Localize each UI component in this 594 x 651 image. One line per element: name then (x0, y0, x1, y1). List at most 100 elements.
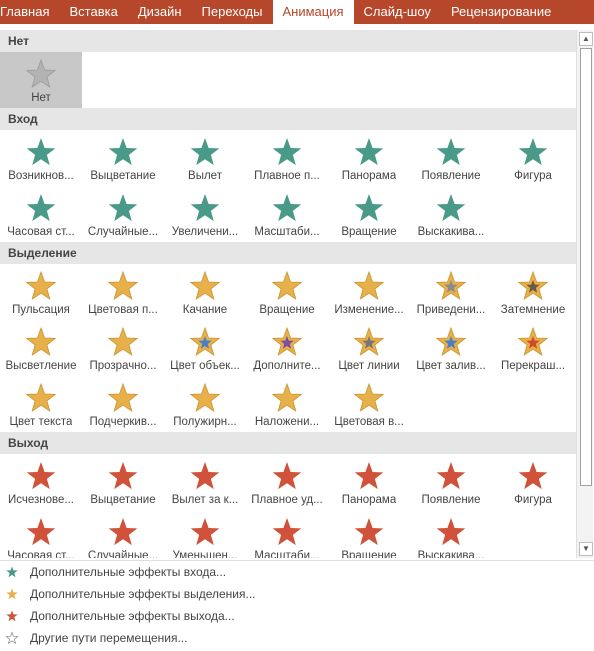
tab-1[interactable]: Вставка (59, 0, 127, 24)
menu-item-1[interactable]: Дополнительные эффекты выделения... (0, 583, 594, 605)
exit-effect-item[interactable]: Исчезнове... (0, 454, 82, 510)
exit-effect-label: Часовая ст... (7, 550, 75, 558)
tab-3[interactable]: Переходы (192, 0, 273, 24)
entrance-effect-label: Вылет (188, 170, 222, 182)
exit-star-icon (21, 458, 61, 494)
exit-effect-item[interactable]: Масштаби... (246, 510, 328, 558)
entrance-effect-item[interactable]: Вращение (328, 186, 410, 242)
emphasis-effect-item[interactable]: Затемнение (492, 264, 574, 320)
entrance-effect-item[interactable]: Масштаби... (246, 186, 328, 242)
entrance-star-icon (21, 190, 61, 226)
emphasis-star-icon (267, 268, 307, 304)
exit-star-icon (431, 514, 471, 550)
entrance-effect-label: Плавное п... (254, 170, 320, 182)
scroll-down-button[interactable]: ▼ (579, 542, 593, 556)
tab-4[interactable]: Анимация (272, 0, 354, 24)
entrance-effect-item[interactable]: Случайные... (82, 186, 164, 242)
exit-effect-item[interactable]: Плавное уд... (246, 454, 328, 510)
entrance-effect-item[interactable]: Фигура (492, 130, 574, 186)
tab-0[interactable]: Главная (0, 0, 59, 24)
menu-item-0[interactable]: Дополнительные эффекты входа... (0, 561, 594, 583)
exit-effect-item[interactable]: Часовая ст... (0, 510, 82, 558)
effects-row-none: Нет (0, 52, 576, 108)
entrance-star-icon (267, 190, 307, 226)
emphasis-effect-item[interactable]: Цвет линии (328, 320, 410, 376)
emphasis-star-icon (21, 268, 61, 304)
emphasis-effect-item[interactable]: Высветление (0, 320, 82, 376)
exit-effect-item[interactable]: Выцветание (82, 454, 164, 510)
emphasis-effect-label: Высветление (5, 360, 77, 372)
emphasis-effect-item[interactable]: Дополните... (246, 320, 328, 376)
emphasis-effect-item[interactable]: Качание (164, 264, 246, 320)
emphasis-effect-label: Прозрачно... (89, 360, 157, 372)
entrance-star-icon (349, 190, 389, 226)
exit-effect-item[interactable]: Выскакива... (410, 510, 492, 558)
emphasis-effect-label: Наложени... (254, 416, 320, 428)
entrance-effect-item[interactable]: Плавное п... (246, 130, 328, 186)
exit-effect-label: Фигура (514, 494, 552, 506)
entrance-effect-label: Масштаби... (254, 226, 320, 238)
emphasis-effect-item[interactable]: Приведени... (410, 264, 492, 320)
entrance-effect-item[interactable]: Выскакива... (410, 186, 492, 242)
emphasis-effect-item[interactable]: Полужирн... (164, 376, 246, 432)
emphasis-effect-item[interactable]: Цветовая п... (82, 264, 164, 320)
emphasis-effect-item[interactable]: Пульсация (0, 264, 82, 320)
emphasis-effect-item[interactable]: Прозрачно... (82, 320, 164, 376)
entrance-effect-item[interactable]: Вылет (164, 130, 246, 186)
exit-effect-label: Вылет за к... (171, 494, 239, 506)
exit-effect-item[interactable]: Вылет за к... (164, 454, 246, 510)
exit-effect-label: Плавное уд... (251, 494, 323, 506)
emphasis-effect-item[interactable]: Изменение... (328, 264, 410, 320)
gallery-scrollbar[interactable]: ▲ ▼ (576, 30, 593, 558)
exit-effect-label: Случайные... (87, 550, 159, 558)
entrance-effect-label: Увеличени... (171, 226, 239, 238)
menu-item-label: Дополнительные эффекты выделения... (30, 587, 256, 601)
scroll-up-button[interactable]: ▲ (579, 32, 593, 46)
emphasis-effect-label: Цвет объек... (170, 360, 240, 372)
emphasis-effect-item[interactable]: Подчеркив... (82, 376, 164, 432)
tab-5[interactable]: Слайд-шоу (354, 0, 441, 24)
exit-effect-item[interactable]: Случайные... (82, 510, 164, 558)
menu-item-2[interactable]: Дополнительные эффекты выхода... (0, 605, 594, 627)
entrance-star-icon (103, 190, 143, 226)
emphasis-effect-item[interactable]: Цвет текста (0, 376, 82, 432)
emphasis-star-icon (513, 268, 553, 304)
menu-item-label: Дополнительные эффекты выхода... (30, 609, 235, 623)
effects-row-entrance: Часовая ст... Случайные... Увеличени... Мас… (0, 186, 576, 242)
emphasis-star-icon (103, 380, 143, 416)
entrance-effect-label: Фигура (514, 170, 552, 182)
emphasis-effect-item[interactable]: Цветовая в... (328, 376, 410, 432)
exit-effect-item[interactable]: Фигура (492, 454, 574, 510)
exit-effect-item[interactable]: Появление (410, 454, 492, 510)
entrance-effect-item[interactable]: Панорама (328, 130, 410, 186)
tab-6[interactable]: Рецензирование (441, 0, 561, 24)
emphasis-effect-item[interactable]: Вращение (246, 264, 328, 320)
emphasis-star-icon (349, 324, 389, 360)
scroll-thumb[interactable] (580, 48, 592, 486)
exit-effect-item[interactable]: Панорама (328, 454, 410, 510)
star-green-icon (4, 564, 20, 580)
exit-effect-label: Выцветание (90, 494, 156, 506)
entrance-effect-item[interactable]: Выцветание (82, 130, 164, 186)
emphasis-effect-label: Подчеркив... (89, 416, 157, 428)
exit-effect-item[interactable]: Уменьшен... (164, 510, 246, 558)
menu-item-3[interactable]: Другие пути перемещения... (0, 627, 594, 649)
exit-effect-item[interactable]: Вращение (328, 510, 410, 558)
entrance-effect-item[interactable]: Увеличени... (164, 186, 246, 242)
emphasis-effect-item[interactable]: Цвет залив... (410, 320, 492, 376)
star-outline-icon (4, 630, 20, 646)
tab-2[interactable]: Дизайн (128, 0, 192, 24)
emphasis-effect-label: Цвет текста (9, 416, 73, 428)
entrance-effect-item[interactable]: Часовая ст... (0, 186, 82, 242)
emphasis-effect-item[interactable]: Цвет объек... (164, 320, 246, 376)
section-header-none: Нет (0, 30, 576, 52)
effects-row-emphasis: Цвет текста Подчеркив... Полужирн... Наложе… (0, 376, 576, 432)
emphasis-effect-item[interactable]: Наложени... (246, 376, 328, 432)
entrance-effect-item[interactable]: Возникнов... (0, 130, 82, 186)
emphasis-effect-item[interactable]: Перекраш... (492, 320, 574, 376)
effects-row-entrance: Возникнов... Выцветание Вылет Плавное п... П… (0, 130, 576, 186)
emphasis-effect-label: Пульсация (12, 304, 70, 316)
none-effect-item[interactable]: Нет (0, 52, 82, 108)
entrance-effect-label: Часовая ст... (7, 226, 75, 238)
entrance-effect-item[interactable]: Появление (410, 130, 492, 186)
